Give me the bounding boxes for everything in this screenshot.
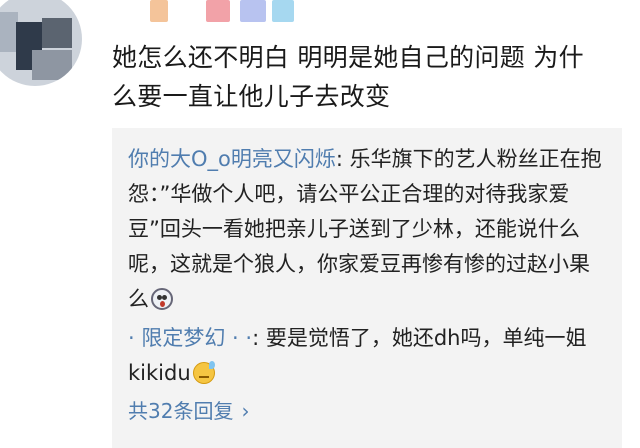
username-blurred <box>272 0 294 22</box>
chevron-right-icon: › <box>241 399 250 423</box>
more-replies-label: 共32条回复 <box>128 399 234 423</box>
reply-username[interactable]: · 限定梦幻 · · <box>128 326 252 350</box>
reply-separator: : <box>252 326 266 350</box>
comment-text: 她怎么还不明白 明明是她自己的问题 为什 么要一直让他儿子去改变 <box>112 38 620 116</box>
reply-box: 你的大O_o明亮又闪烁: 乐华旗下的艺人粉丝正在抱怨：”华做个人吧，请公平公正合… <box>112 128 622 448</box>
more-replies-link[interactable]: 共32条回复 › <box>128 396 249 426</box>
username-blurred <box>240 0 266 22</box>
sweat-smile-icon <box>192 361 215 384</box>
avatar[interactable] <box>0 0 82 86</box>
reply-separator: : <box>335 147 350 171</box>
comment-line: 么要一直让他儿子去改变 <box>112 82 391 111</box>
username-blurred <box>206 0 230 22</box>
reply-item[interactable]: 你的大O_o明亮又闪烁: 乐华旗下的艺人粉丝正在抱怨：”华做个人吧，请公平公正合… <box>128 142 610 317</box>
reply-content: 乐华旗下的艺人粉丝正在抱怨：”华做个人吧，请公平公正合理的对待我家爱豆”回头一看… <box>128 147 602 311</box>
username-blurred <box>150 0 168 22</box>
comment-line: 她怎么还不明白 明明是她自己的问题 为什 <box>112 43 584 72</box>
reply-username[interactable]: 你的大O_o明亮又闪烁 <box>128 147 336 171</box>
reply-item[interactable]: · 限定梦幻 · ·: 要是觉悟了，她还dh吗，单纯一姐kikidu <box>128 321 610 391</box>
surprised-face-icon <box>151 288 173 310</box>
